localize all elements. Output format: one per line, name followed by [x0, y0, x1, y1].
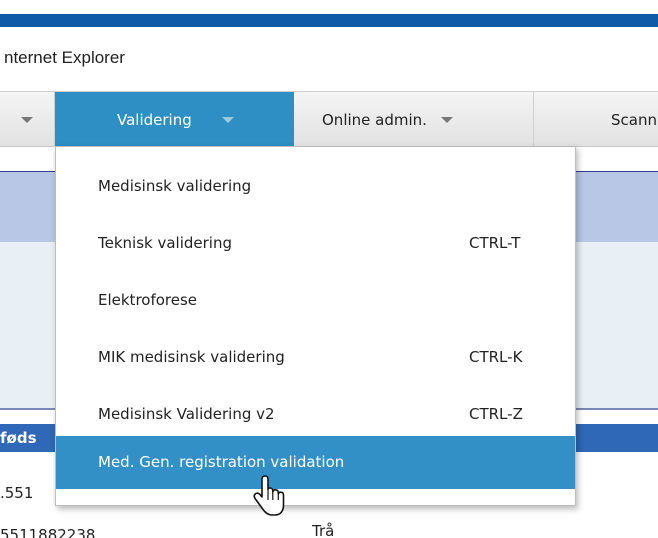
menu-bar: Validering Online admin. Scann	[0, 91, 658, 147]
menu-item-label: MIK medisinsk validering	[98, 348, 285, 366]
menu-scan[interactable]: Scann	[534, 92, 658, 147]
menu-item-teknisk-validering[interactable]: Teknisk validering CTRL-T	[56, 221, 575, 267]
menu-item-shortcut: CTRL-Z	[469, 405, 523, 423]
chevron-down-icon	[221, 116, 234, 123]
chevron-down-icon	[21, 116, 33, 123]
menu-item-mik-medisinsk-validering[interactable]: MIK medisinsk validering CTRL-K	[56, 335, 575, 381]
menu-item-shortcut: CTRL-T	[469, 234, 521, 252]
menu-item-label: Med. Gen. registration validation	[98, 453, 345, 471]
window-top-strip	[0, 14, 658, 27]
menu-item-med-gen-registration-validation[interactable]: Med. Gen. registration validation	[56, 436, 575, 489]
table-header-cell: føds	[0, 429, 37, 447]
menu-online-admin[interactable]: Online admin.	[294, 92, 534, 147]
hand-pointer-icon	[253, 475, 285, 516]
menu-item-shortcut: CTRL-K	[469, 348, 523, 366]
table-cell: 5511882238	[0, 526, 96, 538]
menu-validering[interactable]: Validering	[55, 92, 294, 147]
menu-item-elektroforese[interactable]: Elektroforese	[56, 278, 575, 324]
screen: nternet Explorer Validering Online admin…	[0, 0, 658, 538]
menu-item-label: Elektroforese	[98, 291, 198, 309]
menu-online-admin-label: Online admin.	[322, 110, 427, 129]
table-cell: .551	[0, 484, 34, 502]
menu-item-label: Medisinsk Validering v2	[98, 405, 275, 423]
table-cell: Trå	[312, 522, 335, 538]
menu-scan-label: Scann	[611, 110, 657, 129]
menu-item-medisinsk-validering[interactable]: Medisinsk validering	[56, 164, 575, 210]
menu-item-medisinsk-validering-v2[interactable]: Medisinsk Validering v2 CTRL-Z	[56, 392, 575, 438]
menu-validering-label: Validering	[117, 110, 192, 129]
menu-item-label: Teknisk validering	[98, 234, 232, 252]
menu-previous-dropdown[interactable]	[0, 92, 55, 147]
validering-dropdown-menu: Medisinsk validering Teknisk validering …	[55, 146, 576, 506]
window-title: nternet Explorer	[4, 48, 125, 67]
menu-item-label: Medisinsk validering	[98, 177, 252, 195]
chevron-down-icon	[440, 116, 453, 123]
